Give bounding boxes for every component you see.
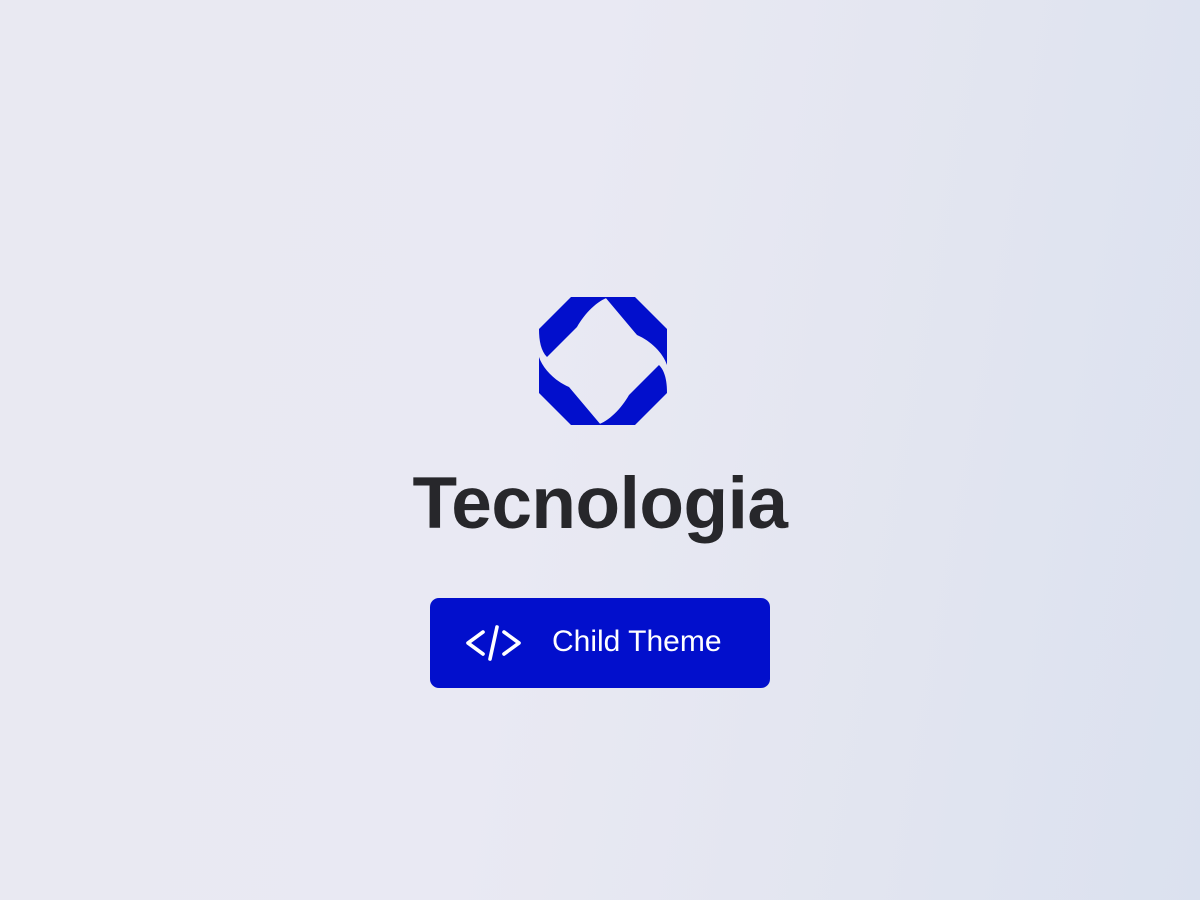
octagon-ribbon-logo-icon [539,297,667,425]
brand-logo [537,295,669,427]
child-theme-button-label: Child Theme [552,625,722,658]
brand-name: Tecnologia [412,463,788,544]
child-theme-button[interactable]: Child Theme [430,598,770,688]
code-icon [463,625,523,661]
